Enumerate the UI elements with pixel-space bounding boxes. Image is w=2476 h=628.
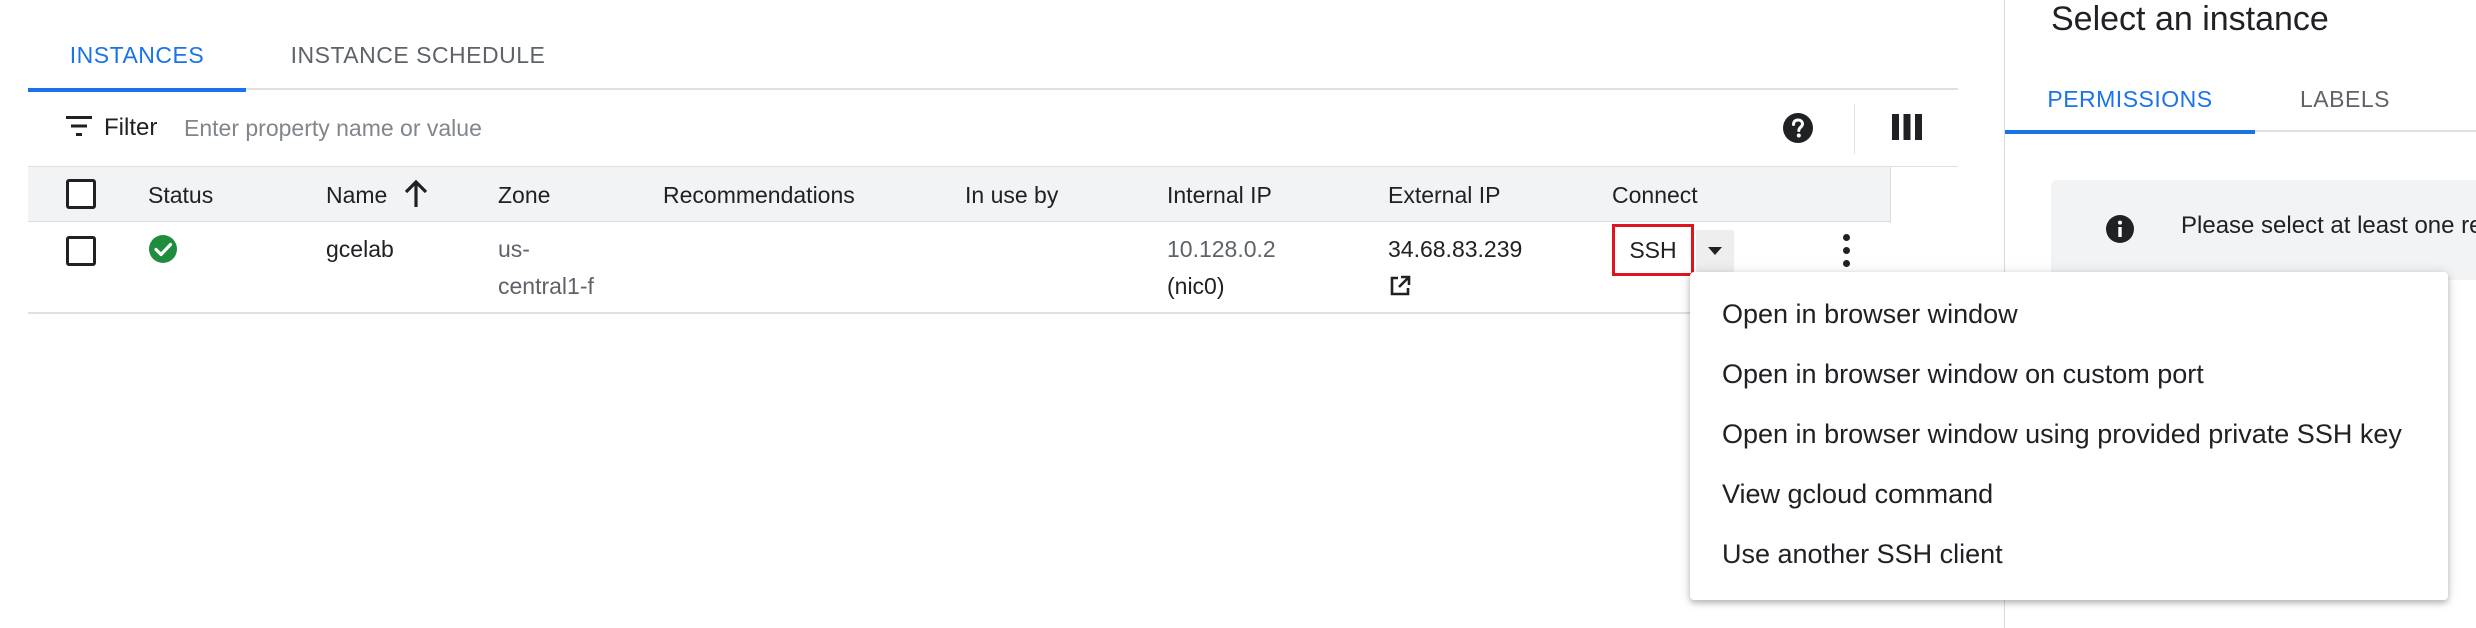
menu-item-open-browser-private-key[interactable]: Open in browser window using provided pr…	[1690, 404, 2448, 464]
tab-instances[interactable]: INSTANCES	[28, 26, 246, 92]
filter-icon[interactable]	[66, 116, 92, 136]
info-message-box: Please select at least one re	[2051, 180, 2476, 280]
zone-line-2: central1-f	[498, 273, 594, 299]
header-name[interactable]: Name	[326, 182, 387, 209]
toolbar-divider	[1854, 104, 1855, 154]
info-icon	[2106, 215, 2134, 243]
internal-nic: (nic0)	[1167, 273, 1225, 299]
filter-label[interactable]: Filter	[104, 114, 157, 142]
select-all-checkbox[interactable]	[66, 179, 96, 209]
filter-bar: Filter	[28, 90, 1958, 166]
column-display-icon[interactable]	[1892, 114, 1922, 140]
row-checkbox[interactable]	[66, 236, 96, 266]
instance-tabs: INSTANCES INSTANCE SCHEDULE	[28, 26, 1958, 92]
open-in-new-icon[interactable]	[1388, 274, 1412, 298]
internal-ip: 10.128.0.2	[1167, 236, 1276, 262]
header-actions-cell	[1890, 167, 1958, 223]
help-icon[interactable]	[1782, 112, 1814, 144]
check-circle-icon	[149, 235, 177, 263]
table-header: Status Name Zone Recommendations In use …	[28, 166, 1958, 223]
menu-item-open-browser[interactable]: Open in browser window	[1690, 284, 2448, 344]
header-in-use-by[interactable]: In use by	[965, 182, 1058, 209]
menu-item-open-browser-custom-port[interactable]: Open in browser window on custom port	[1690, 344, 2448, 404]
zone-line-1: us-	[498, 236, 530, 262]
filter-input[interactable]	[184, 104, 1684, 152]
instance-name[interactable]: gcelab	[326, 231, 394, 268]
tab-labels[interactable]: LABELS	[2287, 68, 2403, 132]
header-recommendations[interactable]: Recommendations	[663, 182, 855, 209]
menu-item-view-gcloud-command[interactable]: View gcloud command	[1690, 464, 2448, 524]
panel-title: Select an instance	[2051, 0, 2329, 38]
header-status[interactable]: Status	[148, 182, 213, 209]
menu-item-another-ssh-client[interactable]: Use another SSH client	[1690, 524, 2448, 584]
header-zone[interactable]: Zone	[498, 182, 550, 209]
table-row[interactable]: gcelab us- central1-f 10.128.0.2 (nic0) …	[28, 222, 1958, 314]
info-message: Please select at least one re	[2181, 212, 2476, 239]
tab-instance-schedule[interactable]: INSTANCE SCHEDULE	[278, 26, 558, 90]
panel-tabs: PERMISSIONS LABELS	[2005, 68, 2476, 134]
more-vertical-icon[interactable]	[1840, 232, 1852, 270]
header-connect[interactable]: Connect	[1612, 182, 1698, 209]
ssh-connect-button[interactable]: SSH	[1612, 224, 1694, 276]
external-ip[interactable]: 34.68.83.239	[1388, 231, 1522, 268]
tab-permissions[interactable]: PERMISSIONS	[2005, 68, 2255, 134]
caret-down-icon[interactable]	[1696, 230, 1734, 272]
header-external-ip[interactable]: External IP	[1388, 182, 1501, 209]
header-internal-ip[interactable]: Internal IP	[1167, 182, 1272, 209]
sort-arrow-up-icon[interactable]	[402, 179, 430, 209]
ssh-options-menu: Open in browser window Open in browser w…	[1690, 272, 2448, 600]
